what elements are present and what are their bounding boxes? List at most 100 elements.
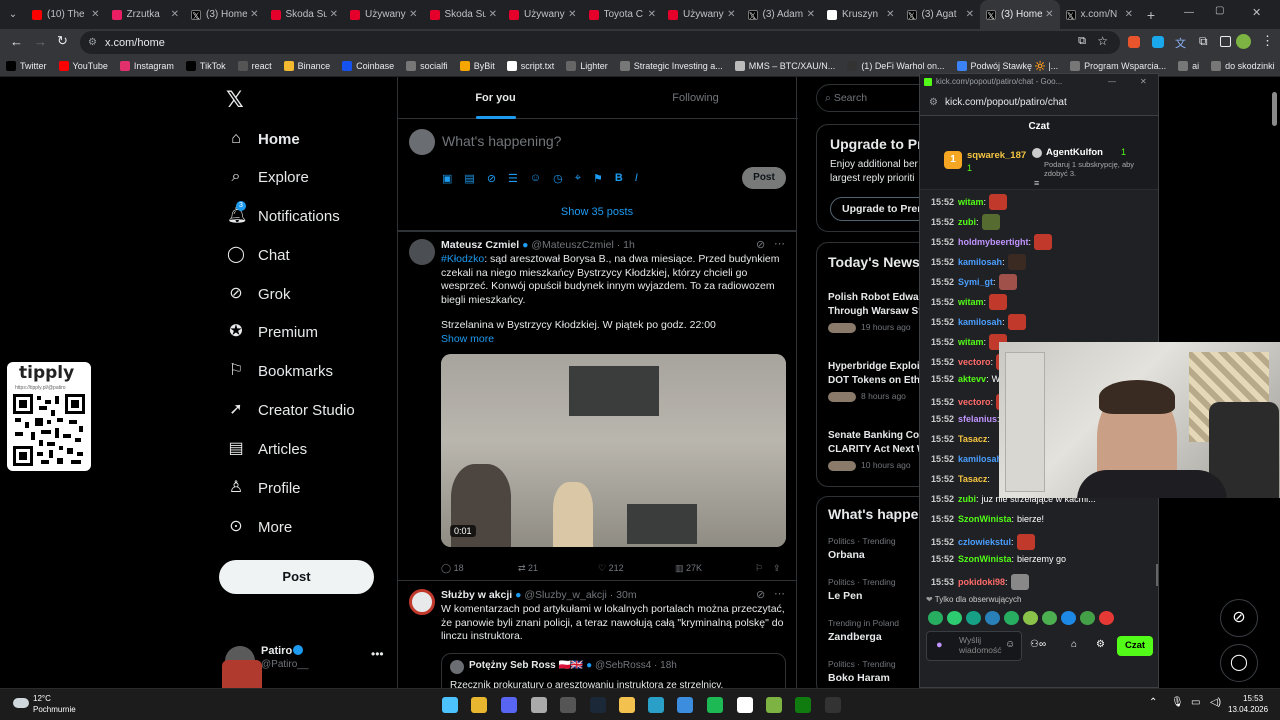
bookmark-item[interactable]: Binance <box>283 61 330 71</box>
emote-icon[interactable] <box>1080 611 1095 625</box>
views-button[interactable]: ▥ 27K <box>675 563 755 574</box>
app-icon[interactable] <box>737 697 753 713</box>
gift-subs-icon[interactable]: ⚇∞ <box>1030 639 1046 650</box>
grok-fab[interactable]: ⊘ <box>1220 599 1258 637</box>
bookmark-item[interactable]: script.txt <box>506 61 554 71</box>
browser-tab[interactable]: 𝕏 (3) Adam ✕ <box>742 0 822 29</box>
close-tab-icon[interactable]: ✕ <box>807 9 815 20</box>
close-tab-icon[interactable]: ✕ <box>1045 9 1053 20</box>
close-tab-icon[interactable]: ✕ <box>966 9 974 20</box>
extensions-icon[interactable]: ⧉ <box>1199 34 1208 49</box>
show-more-link[interactable]: Show more <box>441 333 494 345</box>
store-icon[interactable]: ⌂ <box>1071 639 1077 650</box>
chat-username[interactable]: kamilosah <box>958 317 1002 327</box>
new-tab-button[interactable]: + <box>1139 7 1163 23</box>
chat-message[interactable]: 15:52 Tasacz: <box>931 474 990 484</box>
chat-message[interactable]: 15:52 Tasacz: <box>931 434 990 444</box>
post-button[interactable]: Post <box>219 560 374 594</box>
site-info-icon[interactable]: ⚙ <box>88 37 97 48</box>
trend-item[interactable]: Politics · Trending Boko Haram <box>828 659 896 684</box>
chat-username[interactable]: witam <box>958 197 984 207</box>
share-icon[interactable]: ⇪ <box>773 563 781 574</box>
more-icon[interactable]: ⋯ <box>774 237 785 250</box>
chat-scrollbar[interactable] <box>1156 564 1158 586</box>
settings-icon[interactable]: ⚙ <box>1096 639 1105 650</box>
chat-message[interactable]: 15:52 witam: <box>931 334 1008 350</box>
close-window-button[interactable]: ✕ <box>1252 6 1261 19</box>
close-tab-icon[interactable]: ✕ <box>171 9 179 20</box>
chat-message[interactable]: 15:52 SzonWinista: bierze! <box>931 514 1044 524</box>
nav-notifications[interactable]: 🔔︎ 3 Notifications <box>227 201 340 228</box>
browser-tab[interactable]: 𝕏x.com/N ✕ <box>1060 0 1140 29</box>
schedule-icon[interactable]: ◷ <box>553 172 563 185</box>
chat-username[interactable]: holdmybeertight <box>958 237 1029 247</box>
menu-icon[interactable]: ⋮ <box>1261 33 1274 49</box>
grok-icon[interactable]: ⊘ <box>756 588 765 601</box>
composer-input[interactable]: What's happening? <box>442 133 561 149</box>
bookmark-item[interactable]: Instagram <box>119 61 174 71</box>
more-icon[interactable]: ⋯ <box>774 587 785 600</box>
chat-username[interactable]: kamilosah <box>958 257 1002 267</box>
spotify-icon[interactable] <box>707 697 723 713</box>
close-tab-icon[interactable]: ✕ <box>91 9 99 20</box>
news-item[interactable]: Hyperbridge Exploi DOT Tokens on Eth 8 ho… <box>828 360 933 402</box>
tray-chevron-icon[interactable]: ⌃ <box>1149 697 1157 708</box>
close-tab-icon[interactable]: ✕ <box>1125 9 1133 20</box>
search-box[interactable]: ⌕ Search <box>816 84 936 112</box>
browser-tab[interactable]: Używany ✕ <box>662 0 742 29</box>
close-popup-button[interactable]: ✕ <box>1140 74 1147 90</box>
bookmark-item[interactable]: Lighter <box>566 61 608 71</box>
chat-message[interactable]: 15:52 witam: <box>931 294 1008 310</box>
explorer-icon[interactable] <box>619 697 635 713</box>
bookmark-item[interactable]: MMS – BTC/XAU/N... <box>734 61 835 71</box>
close-tab-icon[interactable]: ✕ <box>568 9 576 20</box>
browser-tab[interactable]: 𝕏 (3) Agat ✕ <box>901 0 981 29</box>
emote-icon[interactable] <box>966 611 981 625</box>
extension-icon[interactable] <box>1152 36 1164 48</box>
trend-item[interactable]: Politics · Trending Orbana <box>828 536 896 561</box>
profile-avatar[interactable] <box>1236 34 1251 49</box>
translate-icon[interactable]: 文 <box>1175 35 1186 51</box>
chat-username[interactable]: zubi <box>958 217 976 227</box>
emote-icon[interactable] <box>928 611 943 625</box>
close-tab-icon[interactable]: ✕ <box>409 9 417 20</box>
nav-chat[interactable]: ◯ Chat <box>227 243 290 267</box>
chat-username[interactable]: pokidoki98 <box>958 577 1005 587</box>
nav-grok[interactable]: ⊘ Grok <box>227 282 290 306</box>
chat-username[interactable]: vectoro <box>958 357 991 367</box>
terminal-icon[interactable] <box>825 697 841 713</box>
bookmark-star-icon[interactable]: ☆ <box>1097 34 1108 48</box>
chrome-icon[interactable] <box>471 697 487 713</box>
chat-username[interactable]: SzonWinista <box>958 554 1011 564</box>
install-icon[interactable]: ⧉ <box>1078 35 1086 48</box>
chat-message[interactable]: 15:52 SzonWinista: bierzemy go <box>931 554 1066 564</box>
browser-tab[interactable]: 𝕏 (3) Home ✕ <box>980 0 1060 29</box>
chat-username[interactable]: kamilosah <box>958 454 1002 464</box>
chat-username[interactable]: aktevv <box>958 374 986 384</box>
chat-username[interactable]: Symi_gt <box>958 277 993 287</box>
reply-button[interactable]: ◯ 18 <box>441 563 518 574</box>
hashtag-link[interactable]: #Kłodzko <box>441 253 484 265</box>
nav-home[interactable]: ⌂ Home <box>227 127 300 151</box>
tab-following[interactable]: Following <box>598 77 793 119</box>
chat-message[interactable]: 15:52 witam: <box>931 194 1008 210</box>
chat-username[interactable]: zubi <box>958 494 976 504</box>
file-icon[interactable] <box>531 697 547 713</box>
chat-username[interactable]: witam <box>958 297 984 307</box>
chat-message[interactable]: 15:52kamilosah: <box>931 454 1005 464</box>
bookmark-item[interactable]: Program Wsparcia... <box>1070 61 1166 71</box>
nav-more[interactable]: ⊙ More <box>227 515 292 539</box>
chat-message[interactable]: 15:52 zubi: <box>931 214 1000 230</box>
avatar[interactable] <box>409 239 435 265</box>
nav-articles[interactable]: ▤ Articles <box>227 437 307 461</box>
browser-tab[interactable]: Używany ✕ <box>503 0 583 29</box>
tab-for-you[interactable]: For you <box>398 77 593 119</box>
emote-icon[interactable] <box>1099 611 1114 625</box>
nav-explore[interactable]: ⌕ Explore <box>227 165 309 189</box>
bookmark-item[interactable]: ByBit <box>459 61 495 71</box>
discord-icon[interactable] <box>501 697 517 713</box>
chat-username[interactable]: czlowiekstul <box>958 537 1011 547</box>
browser-tab[interactable]: (10) The ✕ <box>26 0 106 29</box>
chat-message[interactable]: 15:53 pokidoki98: <box>931 574 1029 590</box>
image-icon[interactable]: ▣ <box>442 172 452 185</box>
